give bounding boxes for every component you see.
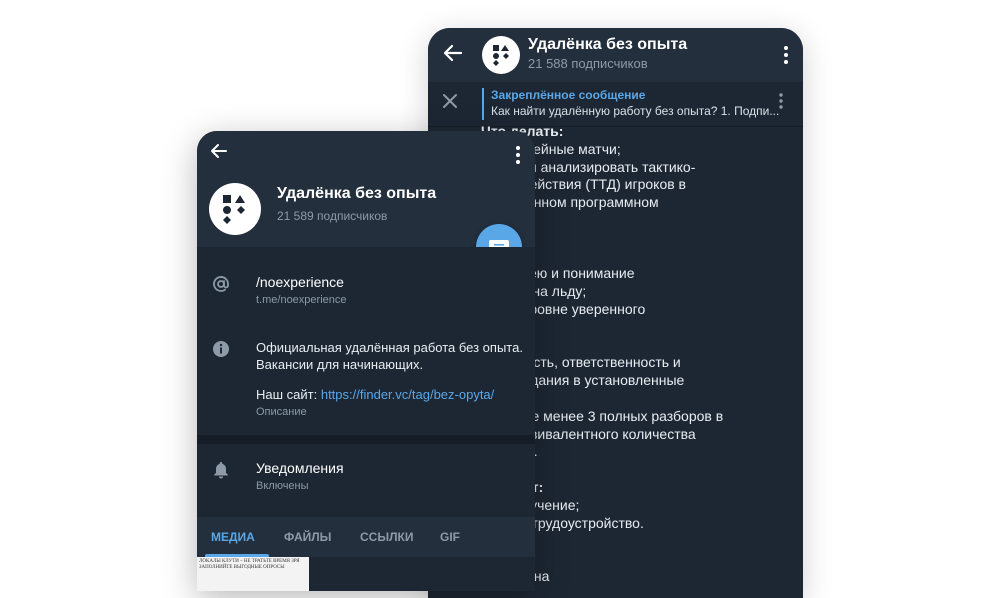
tab-gif[interactable]: GIF bbox=[440, 530, 460, 544]
description-line-2: Вакансии для начинающих. bbox=[256, 357, 424, 372]
subscriber-count: 21 589 подписчиков bbox=[277, 209, 388, 223]
media-tabs: МЕДИА ФАЙЛЫ ССЫЛКИ GIF bbox=[197, 517, 535, 557]
bell-icon bbox=[211, 461, 231, 484]
description-site: Наш сайт: https://finder.vc/tag/bez-opyt… bbox=[256, 386, 494, 403]
subscriber-count: 21 588 подписчиков bbox=[528, 56, 648, 71]
channel-title[interactable]: Удалёнка без опыта bbox=[528, 36, 687, 54]
chat-header: Удалёнка без опыта 21 588 подписчиков bbox=[428, 28, 803, 82]
tab-links[interactable]: ССЫЛКИ bbox=[360, 530, 413, 544]
username-row[interactable]: /noexperience t.me/noexperience bbox=[197, 247, 535, 307]
description-row: Официальная удалённая работа без опыта. … bbox=[197, 307, 535, 437]
tab-media[interactable]: МЕДИА bbox=[211, 530, 255, 544]
section-divider bbox=[197, 435, 535, 444]
pinned-menu-icon[interactable] bbox=[779, 92, 783, 110]
at-sign-icon bbox=[211, 275, 231, 298]
pinned-preview-text: Как найти удалённую работу без опыта? 1.… bbox=[491, 104, 780, 118]
channel-avatar[interactable] bbox=[209, 183, 261, 235]
channel-info-screen: Удалёнка без опыта 21 589 подписчиков /n… bbox=[197, 131, 535, 591]
pinned-message-bar[interactable]: Закреплённое сообщение Как найти удалённ… bbox=[428, 82, 803, 127]
username-value: /noexperience bbox=[256, 274, 344, 290]
notifications-row[interactable]: Уведомления Включены bbox=[197, 444, 535, 517]
description-caption: Описание bbox=[256, 406, 307, 418]
back-arrow-icon[interactable] bbox=[442, 42, 466, 66]
description-line-1: Официальная удалённая работа без опыта. bbox=[256, 340, 523, 355]
notifications-status: Включены bbox=[256, 480, 309, 492]
tab-files[interactable]: ФАЙЛЫ bbox=[284, 530, 331, 544]
site-link[interactable]: https://finder.vc/tag/bez-opyta/ bbox=[321, 387, 494, 402]
notifications-label: Уведомления bbox=[256, 460, 344, 476]
pinned-accent-bar bbox=[482, 88, 484, 120]
pinned-title: Закреплённое сообщение bbox=[491, 88, 646, 102]
media-thumbnail-line: ЗАПОЛНИЙТЕ ВЫГОДНЫЕ ОПРОСЫ bbox=[199, 565, 285, 570]
more-vertical-icon[interactable] bbox=[515, 145, 521, 165]
site-prefix: Наш сайт: bbox=[256, 387, 321, 402]
more-vertical-icon[interactable] bbox=[783, 44, 789, 66]
channel-title: Удалёнка без опыта bbox=[277, 185, 437, 202]
info-icon bbox=[211, 340, 231, 363]
channel-avatar[interactable] bbox=[482, 36, 520, 74]
username-link: t.me/noexperience bbox=[256, 294, 347, 306]
media-thumbnail-text: ЛОКАЛЫ КЛУТИ – НЕ ТРАТЬТЕ ВРЕМЯ ЗРЯ ЗАПОЛ… bbox=[199, 559, 300, 571]
close-icon[interactable] bbox=[442, 92, 458, 115]
back-arrow-icon[interactable] bbox=[209, 141, 229, 166]
